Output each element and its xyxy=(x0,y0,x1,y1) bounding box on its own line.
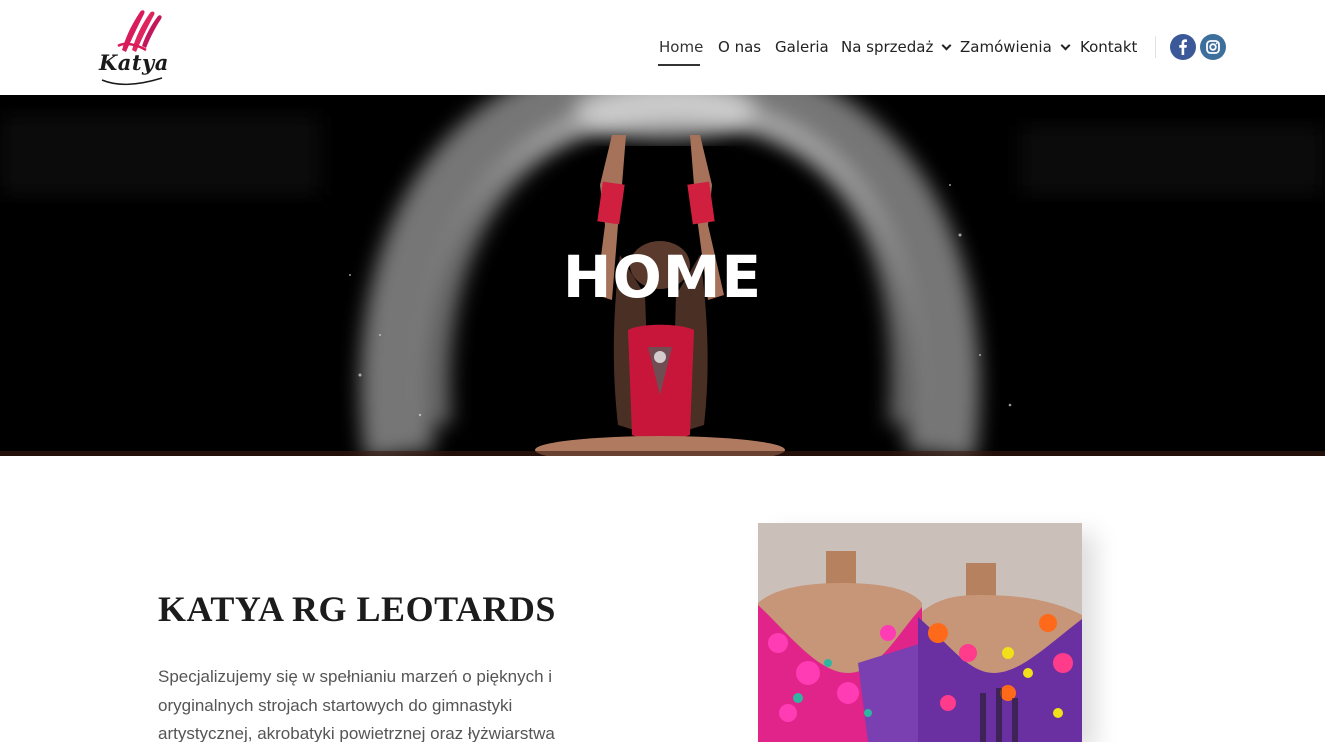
section-title: KATYA RG LEOTARDS xyxy=(158,589,556,629)
site-header: Katya Home O nas Galeria Na sprzedaż Zam… xyxy=(0,0,1325,95)
logo-brush-icon xyxy=(117,10,162,52)
facebook-icon[interactable] xyxy=(1170,34,1196,60)
hero-banner: HOME xyxy=(0,95,1325,456)
logo-text: Katya xyxy=(99,50,169,75)
nav-item-na-sprzedaz[interactable]: Na sprzedaż xyxy=(841,36,952,58)
section-text: Specjalizujemy się w spełnianiu marzeń o… xyxy=(158,667,555,742)
nav-item-o-nas[interactable]: O nas xyxy=(718,36,761,58)
nav-item-label: Na sprzedaż xyxy=(841,38,934,56)
chevron-down-icon xyxy=(941,40,952,51)
nav-item-galeria[interactable]: Galeria xyxy=(775,36,829,58)
nav-divider xyxy=(1155,36,1156,58)
nav-item-home[interactable]: Home xyxy=(659,36,703,58)
instagram-icon[interactable] xyxy=(1200,34,1226,60)
nav-item-kontakt[interactable]: Kontakt xyxy=(1080,36,1137,58)
nav-item-label: Zamówienia xyxy=(960,38,1052,56)
leotards-photo[interactable] xyxy=(758,523,1082,742)
nav-item-zamowienia[interactable]: Zamówienia xyxy=(960,36,1071,58)
logo-swash-icon xyxy=(101,77,163,85)
katya-logo[interactable]: Katya xyxy=(96,6,168,88)
chevron-down-icon xyxy=(1060,40,1071,51)
leotards-image xyxy=(758,523,1082,742)
active-nav-underline xyxy=(658,64,700,66)
hero-title: HOME xyxy=(562,243,763,311)
